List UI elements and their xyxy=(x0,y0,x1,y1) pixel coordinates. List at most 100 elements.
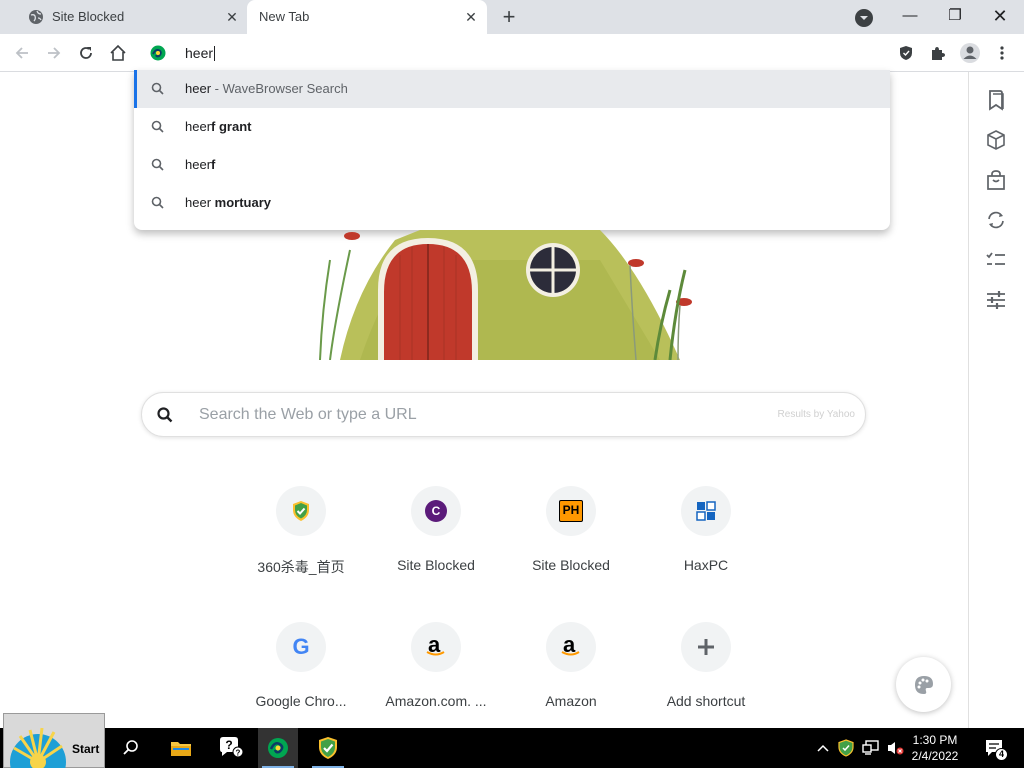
taskbar-security-app[interactable] xyxy=(308,728,348,768)
search-box[interactable]: Search the Web or type a URL Results by … xyxy=(141,392,866,437)
customize-button[interactable] xyxy=(896,657,951,712)
shortcut-label: Site Blocked xyxy=(532,557,610,573)
suggestion-text: heerf xyxy=(185,157,216,172)
shell-logo-icon xyxy=(10,727,66,768)
search-placeholder: Search the Web or type a URL xyxy=(199,406,417,423)
kebab-menu-icon xyxy=(1000,46,1004,60)
tab-site-blocked[interactable]: Site Blocked ✕ xyxy=(8,0,246,34)
chevron-down-icon xyxy=(860,16,868,20)
taskbar-search-button[interactable] xyxy=(111,728,151,768)
tray-network-icon[interactable] xyxy=(861,738,881,758)
help-chat-icon: ?? xyxy=(220,737,244,758)
svg-text:?: ? xyxy=(236,749,241,758)
search-icon xyxy=(123,740,138,755)
shortcut-icon-circle: PH xyxy=(546,486,596,536)
shortcut-icon-circle xyxy=(681,622,731,672)
suggestion-item[interactable]: heer mortuary xyxy=(134,184,890,222)
start-button[interactable]: Start xyxy=(3,713,105,768)
tray-volume-icon[interactable] xyxy=(885,738,905,758)
tray-overflow-button[interactable] xyxy=(813,738,833,758)
shortcut-label: Google Chro... xyxy=(255,693,347,709)
taskbar-help-app[interactable]: ?? xyxy=(211,728,251,768)
notification-count: 4 xyxy=(995,748,1008,761)
new-tab-button[interactable]: + xyxy=(497,5,521,29)
restore-button[interactable]: ❐ xyxy=(935,4,975,28)
bookmark-icon[interactable] xyxy=(983,87,1009,113)
home-icon xyxy=(110,44,126,61)
palette-icon xyxy=(914,675,933,694)
suggestion-item[interactable]: heerf grant xyxy=(134,108,890,146)
tab-search-button[interactable] xyxy=(855,9,873,27)
shortcut-label: Amazon xyxy=(545,693,597,709)
shortcut-icon-circle: a xyxy=(411,622,461,672)
search-provider-label: Results by Yahoo xyxy=(777,409,855,420)
shortcut-label: 360杀毒_首页 xyxy=(257,559,345,575)
amazon-icon: a xyxy=(560,632,582,659)
taskbar-wavebrowser[interactable] xyxy=(258,728,298,768)
shortcut-tile[interactable]: HaxPC xyxy=(650,486,762,606)
reload-button[interactable] xyxy=(73,40,99,66)
wavebrowser-logo-icon xyxy=(150,45,166,61)
shortcut-tile[interactable]: 360杀毒_首页 xyxy=(245,486,357,606)
shortcut-icon-circle xyxy=(276,486,326,536)
shield-360-icon xyxy=(293,501,309,521)
suggestion-text: heer mortuary xyxy=(185,195,271,210)
selection-indicator xyxy=(134,70,137,108)
shortcut-tile[interactable]: PH Site Blocked xyxy=(515,486,627,606)
home-button[interactable] xyxy=(105,40,131,66)
close-icon[interactable]: ✕ xyxy=(463,9,479,25)
shopping-bag-icon[interactable] xyxy=(983,167,1009,193)
suggestion-item[interactable]: heerf xyxy=(134,146,890,184)
ph-letter-icon: PH xyxy=(559,500,583,522)
shortcut-tile[interactable]: C Site Blocked xyxy=(380,486,492,606)
globe-icon xyxy=(29,10,43,24)
shield-icon xyxy=(900,46,912,60)
taskbar-file-explorer[interactable] xyxy=(161,728,201,768)
suggestion-item[interactable]: heer - WaveBrowser Search xyxy=(134,70,890,108)
network-icon xyxy=(862,740,879,755)
address-input-text: heer xyxy=(185,45,214,61)
clock-time: 1:30 PM xyxy=(912,733,958,747)
suggestion-dropdown: heer - WaveBrowser Search heerf grant he… xyxy=(134,70,890,230)
checklist-icon[interactable] xyxy=(983,247,1009,273)
shortcut-label: Site Blocked xyxy=(397,557,475,573)
tray-security-icon[interactable] xyxy=(836,738,856,758)
clock-date: 2/4/2022 xyxy=(911,749,959,763)
folder-icon xyxy=(171,742,191,756)
menu-button[interactable] xyxy=(989,40,1015,66)
close-window-button[interactable]: ✕ xyxy=(980,4,1020,28)
shortcut-icon-circle: a xyxy=(546,622,596,672)
profile-button[interactable] xyxy=(957,40,983,66)
c-letter-icon: C xyxy=(425,500,447,522)
shortcut-tile[interactable]: G Google Chro... xyxy=(245,622,357,742)
extensions-button[interactable] xyxy=(925,40,951,66)
cube-icon[interactable] xyxy=(983,127,1009,153)
extension-shield-button[interactable] xyxy=(893,40,919,66)
shortcut-tile[interactable]: a Amazon xyxy=(515,622,627,742)
shield-icon xyxy=(319,737,337,759)
tab-new-tab[interactable]: New Tab ✕ xyxy=(247,0,487,34)
google-g-icon: G xyxy=(292,634,310,659)
sliders-icon[interactable] xyxy=(983,287,1009,313)
tab-title: Site Blocked xyxy=(52,9,125,24)
puzzle-icon xyxy=(932,47,945,60)
minimize-button[interactable]: — xyxy=(890,4,930,28)
add-shortcut-tile[interactable]: Add shortcut xyxy=(650,622,762,742)
arrow-left-icon xyxy=(15,47,28,59)
action-center-button[interactable]: 4 xyxy=(982,738,1008,761)
shortcut-label: Add shortcut xyxy=(666,693,746,709)
close-icon[interactable]: ✕ xyxy=(224,9,240,25)
address-bar[interactable]: heer xyxy=(134,38,890,68)
text-caret xyxy=(214,46,216,61)
suggestion-text: heerf grant xyxy=(185,119,252,134)
back-button[interactable] xyxy=(9,40,35,66)
taskbar-clock[interactable]: 1:30 PM 2/4/2022 xyxy=(905,732,965,764)
forward-button[interactable] xyxy=(41,40,67,66)
reload-icon xyxy=(80,47,92,59)
sync-icon[interactable] xyxy=(983,207,1009,233)
side-panel xyxy=(968,72,1024,728)
svg-text:?: ? xyxy=(225,738,232,752)
address-input[interactable]: heer xyxy=(185,45,216,61)
amazon-icon: a xyxy=(425,632,447,659)
shortcut-tile[interactable]: a Amazon.com. ... xyxy=(380,622,492,742)
